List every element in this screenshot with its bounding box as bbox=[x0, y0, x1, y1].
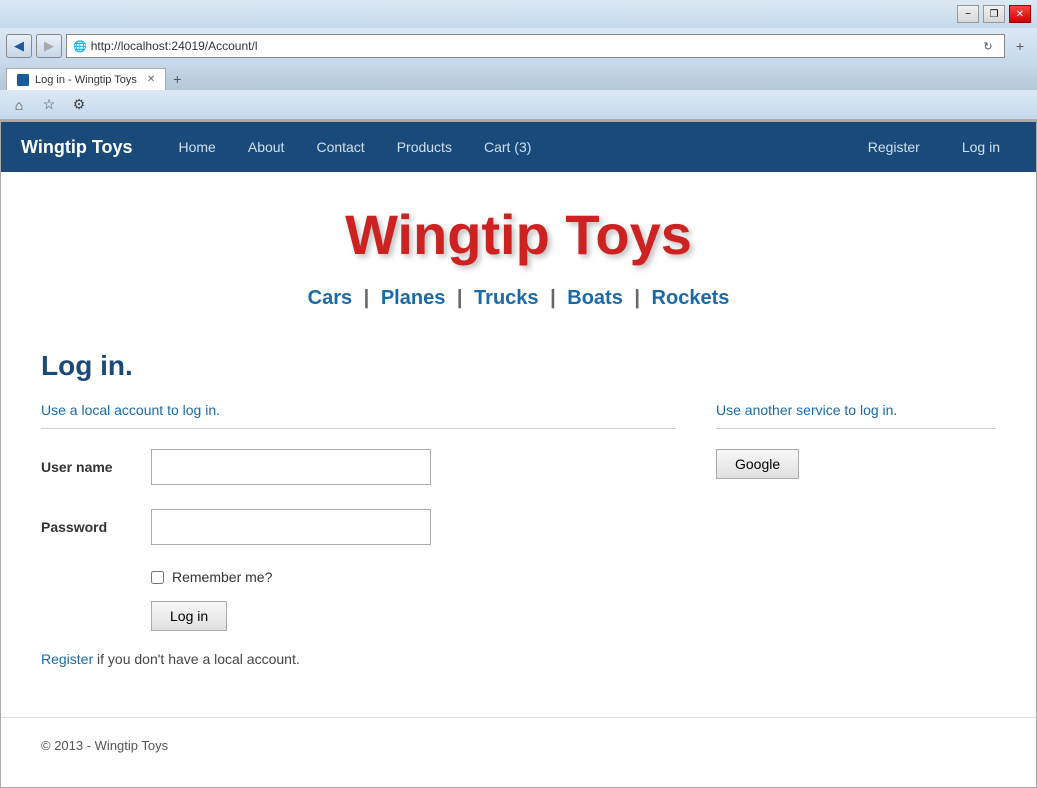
forward-button[interactable]: ▶ bbox=[36, 34, 62, 58]
login-button[interactable]: Log in bbox=[151, 601, 227, 631]
nav-home[interactable]: Home bbox=[163, 122, 232, 172]
hero-title: Wingtip Toys bbox=[21, 202, 1016, 267]
site-nav: Wingtip Toys Home About Contact Products… bbox=[1, 122, 1036, 172]
left-divider bbox=[41, 428, 676, 429]
category-links: Cars | Planes | Trucks | Boats | Rockets bbox=[1, 277, 1036, 330]
hero-section: Wingtip Toys bbox=[1, 172, 1036, 277]
remember-label: Remember me? bbox=[172, 569, 272, 585]
nav-login[interactable]: Log in bbox=[946, 122, 1016, 172]
cat-planes[interactable]: Planes bbox=[381, 287, 445, 309]
address-icon: 🌐 bbox=[73, 40, 87, 53]
username-input[interactable] bbox=[151, 449, 431, 485]
nav-register[interactable]: Register bbox=[852, 122, 936, 172]
home-toolbar-button[interactable]: ⌂ bbox=[6, 93, 32, 117]
register-note-text: if you don't have a local account. bbox=[93, 651, 300, 667]
cat-rockets[interactable]: Rockets bbox=[652, 287, 730, 309]
close-button[interactable]: ✕ bbox=[1009, 5, 1031, 23]
tab-close-button[interactable]: ✕ bbox=[147, 74, 155, 85]
restore-button[interactable]: ❐ bbox=[983, 5, 1005, 23]
tab-favicon bbox=[17, 74, 29, 86]
sep-4: | bbox=[629, 287, 646, 309]
password-label: Password bbox=[41, 519, 151, 535]
nav-about[interactable]: About bbox=[232, 122, 301, 172]
site-logo[interactable]: Wingtip Toys bbox=[21, 137, 133, 158]
page-content: Log in. Use a local account to log in. U… bbox=[1, 330, 1036, 687]
right-divider bbox=[716, 428, 996, 429]
external-section-label: Use another service to log in. bbox=[716, 402, 996, 418]
google-button[interactable]: Google bbox=[716, 449, 799, 479]
login-left: Use a local account to log in. User name… bbox=[41, 402, 676, 667]
address-bar[interactable]: 🌐 http://localhost:24019/Account/l ↻ bbox=[66, 34, 1005, 58]
username-label: User name bbox=[41, 459, 151, 475]
nav-links: Home About Contact Products Cart (3) bbox=[163, 122, 548, 172]
copyright-text: © 2013 - Wingtip Toys bbox=[41, 738, 168, 753]
cat-boats[interactable]: Boats bbox=[567, 287, 623, 309]
nav-cart[interactable]: Cart (3) bbox=[468, 122, 547, 172]
nav-right: Register Log in bbox=[852, 122, 1016, 172]
cat-trucks[interactable]: Trucks bbox=[474, 287, 538, 309]
sep-1: | bbox=[358, 287, 375, 309]
favorites-toolbar-button[interactable]: ☆ bbox=[36, 93, 62, 117]
sep-3: | bbox=[545, 287, 562, 309]
new-tab-button[interactable]: + bbox=[1009, 35, 1031, 57]
cat-cars[interactable]: Cars bbox=[308, 287, 352, 309]
page-title: Log in. bbox=[41, 350, 996, 382]
register-link[interactable]: Register bbox=[41, 651, 93, 667]
nav-products[interactable]: Products bbox=[381, 122, 468, 172]
local-section-label: Use a local account to log in. bbox=[41, 402, 676, 418]
url-text: http://localhost:24019/Account/l bbox=[91, 39, 978, 53]
minimize-button[interactable]: − bbox=[957, 5, 979, 23]
remember-row: Remember me? bbox=[151, 569, 676, 585]
login-layout: Use a local account to log in. User name… bbox=[41, 402, 996, 667]
username-group: User name bbox=[41, 449, 676, 485]
sep-2: | bbox=[451, 287, 468, 309]
login-right: Use another service to log in. Google bbox=[716, 402, 996, 667]
site-footer: © 2013 - Wingtip Toys bbox=[1, 717, 1036, 773]
refresh-button[interactable]: ↻ bbox=[978, 35, 998, 57]
password-group: Password bbox=[41, 509, 676, 545]
back-button[interactable]: ◀ bbox=[6, 34, 32, 58]
site-content: Wingtip Toys Home About Contact Products… bbox=[0, 121, 1037, 788]
tab-title: Log in - Wingtip Toys bbox=[35, 74, 137, 86]
new-tab-button-2[interactable]: + bbox=[166, 68, 188, 90]
remember-checkbox[interactable] bbox=[151, 571, 164, 584]
settings-toolbar-button[interactable]: ⚙ bbox=[66, 93, 92, 117]
password-input[interactable] bbox=[151, 509, 431, 545]
nav-contact[interactable]: Contact bbox=[300, 122, 380, 172]
login-btn-row: Log in bbox=[151, 601, 676, 631]
browser-tab[interactable]: Log in - Wingtip Toys ✕ bbox=[6, 68, 166, 90]
register-note: Register if you don't have a local accou… bbox=[41, 651, 676, 667]
